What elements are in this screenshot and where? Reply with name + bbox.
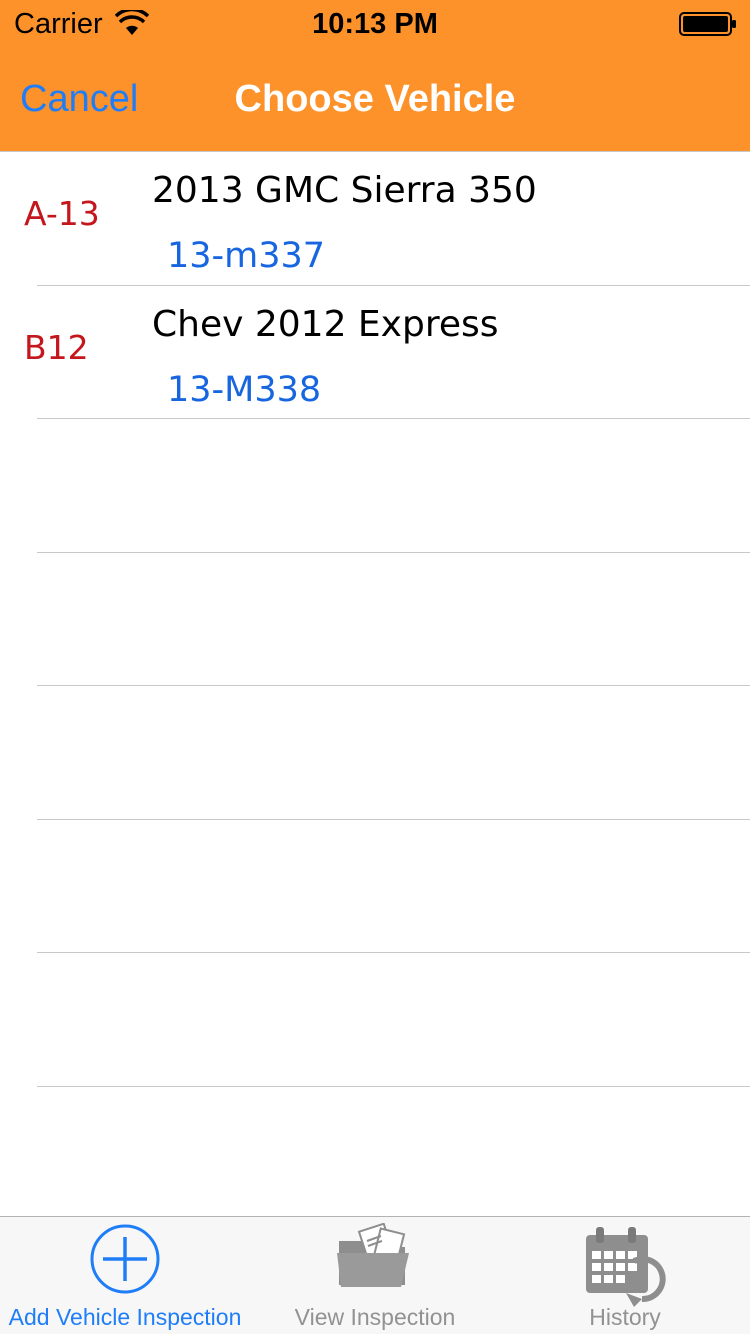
tab-label: Add Vehicle Inspection	[8, 1304, 242, 1330]
tab-bar: Add Vehicle Inspection View Inspection H…	[0, 1216, 750, 1334]
tab-history[interactable]: History	[500, 1217, 750, 1334]
empty-row	[0, 686, 750, 820]
tab-label: History	[589, 1304, 661, 1330]
vehicle-plate: 13-m337	[167, 236, 326, 276]
vehicle-code: B12	[24, 327, 89, 367]
vehicle-name: Chev 2012 Express	[152, 303, 499, 345]
tab-view-inspection[interactable]: View Inspection	[250, 1217, 500, 1334]
page-title: Choose Vehicle	[234, 78, 516, 120]
header: Carrier 10:13 PM Cancel Choose Vehicle	[0, 0, 750, 152]
folder-icon	[337, 1223, 409, 1287]
vehicle-row[interactable]: A-13 2013 GMC Sierra 350 13-m337	[0, 152, 750, 286]
empty-row	[0, 419, 750, 553]
vehicle-code: A-13	[24, 194, 100, 233]
vehicle-row[interactable]: B12 Chev 2012 Express 13-M338	[0, 286, 750, 420]
empty-row	[0, 553, 750, 687]
tab-label: View Inspection	[294, 1304, 456, 1330]
vehicle-plate: 13-M338	[167, 369, 322, 410]
calendar-history-icon	[586, 1227, 666, 1307]
battery-full-icon	[679, 12, 736, 36]
tab-add-vehicle-inspection[interactable]: Add Vehicle Inspection	[0, 1217, 250, 1334]
add-circle-icon	[90, 1224, 160, 1294]
vehicle-name: 2013 GMC Sierra 350	[152, 170, 537, 211]
empty-row	[0, 820, 750, 954]
vehicle-list: A-13 2013 GMC Sierra 350 13-m337 B12 Che…	[0, 152, 750, 1087]
status-bar: Carrier 10:13 PM	[0, 0, 750, 40]
status-time: 10:13 PM	[312, 8, 438, 40]
empty-row	[0, 953, 750, 1087]
